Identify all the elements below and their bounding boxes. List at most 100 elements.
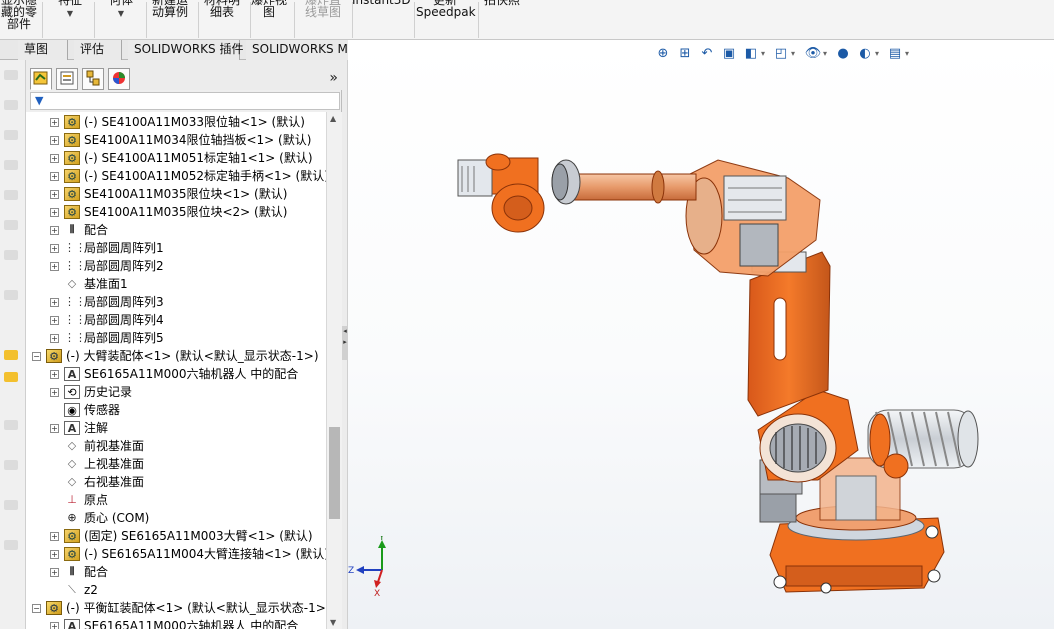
sensor-icon: ◉ [64,403,80,417]
dropdown-caret-icon[interactable]: ▼ [100,8,142,20]
ribbon-button-5[interactable]: 爆炸视图 [248,0,290,34]
feature-manager-tab[interactable] [30,68,52,90]
strip-icon[interactable] [4,460,18,470]
tree-item-label: 局部圆周阵列1 [84,241,164,255]
tree-item-label: 局部圆周阵列3 [84,295,164,309]
expand-icon[interactable]: + [50,622,59,629]
asm-icon: ⚙ [46,349,62,363]
tree-item-label: (-) 大臂装配体<1> (默认<默认_显示状态-1>) [66,349,319,363]
command-tab[interactable]: 评估 [74,40,122,60]
plane-icon: ◇ [67,439,77,452]
tree-item-label: 配合 [84,223,109,237]
command-ribbon: 显示隐 藏的零 部件 特征 ▼ 何体 ▼ 新建运 动算例 材料明 细表 爆炸视图爆炸直 线草图 Insta… [0,0,1054,40]
expand-icon[interactable]: + [50,298,59,307]
strip-icon[interactable] [4,100,18,110]
part-icon: ⚙ [64,187,80,201]
dropdown-caret-icon[interactable]: ▼ [50,8,90,20]
ribbon-separator [94,2,95,38]
tree-item-label: 局部圆周阵列5 [84,331,164,345]
strip-icon[interactable] [4,130,18,140]
property-manager-icon [60,71,74,85]
strip-icon[interactable] [4,500,18,510]
com-icon: ⊕ [67,511,77,524]
expand-icon[interactable]: + [50,208,59,217]
ribbon-button-1[interactable]: 特征 ▼ [50,0,90,34]
display-manager-tab[interactable] [108,68,130,90]
expand-icon[interactable]: + [50,370,59,379]
ribbon-button-label: 线草图 [304,5,341,19]
tree-item-label: 质心 (COM) [84,511,150,525]
tree-item-label: (固定) SE6165A11M003大臂<1> (默认) [84,529,313,543]
scroll-up-icon[interactable]: ▲ [330,114,336,123]
expand-icon[interactable]: + [50,550,59,559]
expand-icon[interactable]: + [50,226,59,235]
tree-filter[interactable]: ▼ [30,92,340,110]
expand-icon[interactable]: + [50,568,59,577]
tree-item-label: 上视基准面 [84,457,145,471]
strip-icon[interactable] [4,350,18,360]
expand-icon[interactable]: + [50,262,59,271]
expand-icon[interactable]: + [50,172,59,181]
expand-icon[interactable]: + [50,532,59,541]
tree-item-label: 局部圆周阵列2 [84,259,164,273]
ribbon-button-9[interactable]: 拍快照 [480,0,524,34]
tree-item-label: z2 [84,583,98,597]
command-tab[interactable]: 草图 [18,40,68,60]
panel-tabs: » [26,60,342,90]
ribbon-button-4[interactable]: 材料明 细表 [198,0,246,34]
ribbon-button-0[interactable]: 显示隐 藏的零 部件 [0,0,38,34]
strip-icon[interactable] [4,160,18,170]
strip-icon[interactable] [4,250,18,260]
ribbon-button-2[interactable]: 何体 ▼ [100,0,142,34]
strip-icon[interactable] [4,290,18,300]
expand-icon[interactable]: + [50,136,59,145]
robot-model[interactable] [348,40,1054,629]
ribbon-button-3[interactable]: 新建运 动算例 [146,0,194,34]
command-tab[interactable]: SOLIDWORKS 插件 [128,40,243,60]
strip-icon[interactable] [4,372,18,382]
strip-icon[interactable] [4,220,18,230]
expand-icon[interactable]: + [50,316,59,325]
filter-icon[interactable]: ▼ [35,94,43,107]
tree-item-label: (-) SE4100A11M051标定轴1<1> (默认) [84,151,313,165]
expand-icon[interactable]: + [50,334,59,343]
ribbon-separator [478,2,479,38]
configuration-manager-tab[interactable] [82,68,104,90]
strip-icon[interactable] [4,70,18,80]
collapse-icon[interactable]: − [32,352,41,361]
ribbon-button-8[interactable]: 更新 Speedpak [416,0,476,34]
ribbon-separator [294,2,295,38]
note-icon: A [64,421,80,435]
scroll-down-icon[interactable]: ▼ [330,618,336,627]
expand-icon[interactable]: + [50,388,59,397]
expand-panel-icon[interactable]: » [329,70,338,86]
tree-item-label: 传感器 [84,403,121,417]
expand-icon[interactable]: + [50,154,59,163]
expand-icon[interactable]: + [50,244,59,253]
expand-icon[interactable]: + [50,424,59,433]
ribbon-button-7[interactable]: Instant3D [352,0,411,34]
collapse-icon[interactable]: − [32,604,41,613]
property-manager-tab[interactable] [56,68,78,90]
tree-scrollbar[interactable]: ▲ ▼ [326,112,342,629]
strip-icon[interactable] [4,540,18,550]
ribbon-button-label: Instant3D [352,0,411,7]
expand-icon[interactable]: + [50,118,59,127]
strip-icon[interactable] [4,190,18,200]
expand-icon[interactable]: + [50,190,59,199]
scroll-thumb[interactable] [329,427,340,519]
tree-item-label: SE4100A11M034限位轴挡板<1> (默认) [84,133,312,147]
command-tab[interactable]: SOLIDWORKS MBD [246,40,365,60]
part-icon: ⚙ [64,529,80,543]
sketch-icon: ⟍ [68,583,76,596]
tree-item-label: SE4100A11M035限位块<2> (默认) [84,205,288,219]
asm-icon: ⚙ [46,601,62,615]
part-icon: ⚙ [64,169,80,183]
tree-item-label: (-) SE4100A11M052标定轴手柄<1> (默认) [84,169,326,183]
upper-arm [747,251,831,417]
ribbon-button-label: 拍快照 [483,0,520,7]
strip-icon[interactable] [4,420,18,430]
hist-icon: ⟲ [64,385,80,399]
graphics-viewport[interactable]: ⊕ ⊞ ↶ ▣ ◧ ▾ ◰ ▾ 👁 ▾ ● ◐ ▾ ▤ ▾ Y Z X [348,40,1054,629]
ribbon-button-6[interactable]: 爆炸直 线草图 [298,0,348,34]
